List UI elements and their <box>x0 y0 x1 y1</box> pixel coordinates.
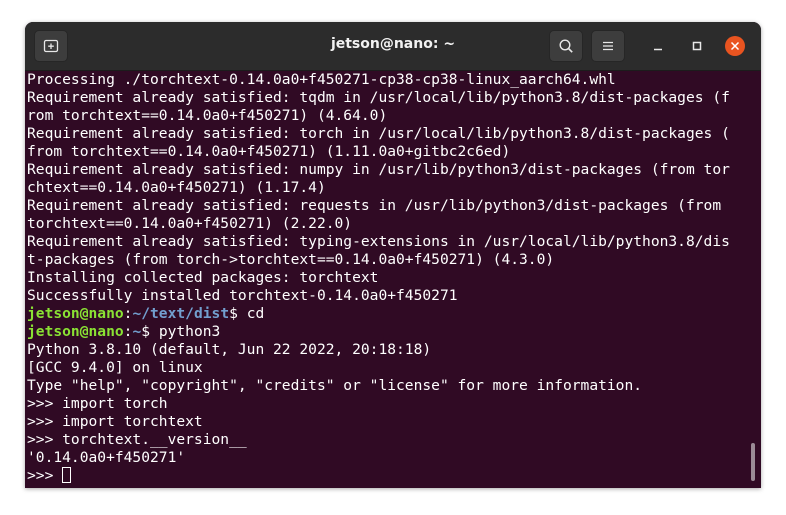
output-line: Requirement already satisfied: tqdm in /… <box>27 89 730 106</box>
output-line: chtext==0.14.0a0+f450271) (1.17.4) <box>27 179 326 196</box>
prompt-user: jetson@nano <box>27 305 124 322</box>
title-bar: jetson@nano: ~ <box>25 22 761 71</box>
text-cursor <box>62 467 72 483</box>
python-prompt-line[interactable]: >>> <box>27 467 761 485</box>
terminal-window: jetson@nano: ~ Processing ./torchtext-0.… <box>25 22 761 488</box>
output-line: >>> torchtext.__version__ <box>27 431 247 448</box>
minimize-button[interactable] <box>648 36 668 56</box>
output-line: rom torchtext==0.14.0a0+f450271) (4.64.0… <box>27 107 388 124</box>
output-line: '0.14.0a0+f450271' <box>27 449 186 466</box>
prompt-path: ~/text/dist <box>132 305 230 322</box>
search-button[interactable] <box>549 30 583 62</box>
prompt-path: ~ <box>132 323 142 340</box>
prompt-symbol: $ <box>141 323 159 340</box>
output-line: Processing ./torchtext-0.14.0a0+f450271-… <box>27 71 616 88</box>
output-line: from torchtext==0.14.0a0+f450271) (1.11.… <box>27 143 511 160</box>
output-line: torchtext==0.14.0a0+f450271) (2.22.0) <box>27 215 353 232</box>
output-line: [GCC 9.4.0] on linux <box>27 359 203 376</box>
output-line: Requirement already satisfied: numpy in … <box>27 161 730 178</box>
maximize-icon <box>692 41 702 51</box>
prompt-symbol: $ <box>229 305 247 322</box>
output-line: Requirement already satisfied: typing-ex… <box>27 233 730 250</box>
scrollbar-thumb[interactable] <box>751 443 755 481</box>
output-line: Installing collected packages: torchtext <box>27 269 379 286</box>
terminal-output[interactable]: Processing ./torchtext-0.14.0a0+f450271-… <box>25 71 761 488</box>
shell-prompt-line: jetson@nano:~/text/dist$ cd <box>27 305 761 323</box>
output-line: Requirement already satisfied: requests … <box>27 197 722 214</box>
prompt-user: jetson@nano <box>27 323 124 340</box>
python-prompt: >>> <box>27 467 63 484</box>
menu-button[interactable] <box>591 30 625 62</box>
search-icon <box>559 39 573 53</box>
prompt-command: python3 <box>158 323 221 340</box>
maximize-button[interactable] <box>687 36 707 56</box>
output-line: >>> import torch <box>27 395 168 412</box>
minimize-icon <box>654 48 662 51</box>
close-icon <box>730 41 740 51</box>
output-line: >>> import torchtext <box>27 413 203 430</box>
output-line: Requirement already satisfied: torch in … <box>27 125 730 142</box>
close-button[interactable] <box>725 36 745 56</box>
output-line: Successfully installed torchtext-0.14.0a… <box>27 287 458 304</box>
prompt-command: cd <box>246 305 265 322</box>
output-line: t-packages (from torch->torchtext==0.14.… <box>27 251 555 268</box>
output-line: Type "help", "copyright", "credits" or "… <box>27 377 643 394</box>
hamburger-menu-icon <box>603 41 613 51</box>
shell-prompt-line: jetson@nano:~$ python3 <box>27 323 761 341</box>
output-line: Python 3.8.10 (default, Jun 22 2022, 20:… <box>27 341 432 358</box>
